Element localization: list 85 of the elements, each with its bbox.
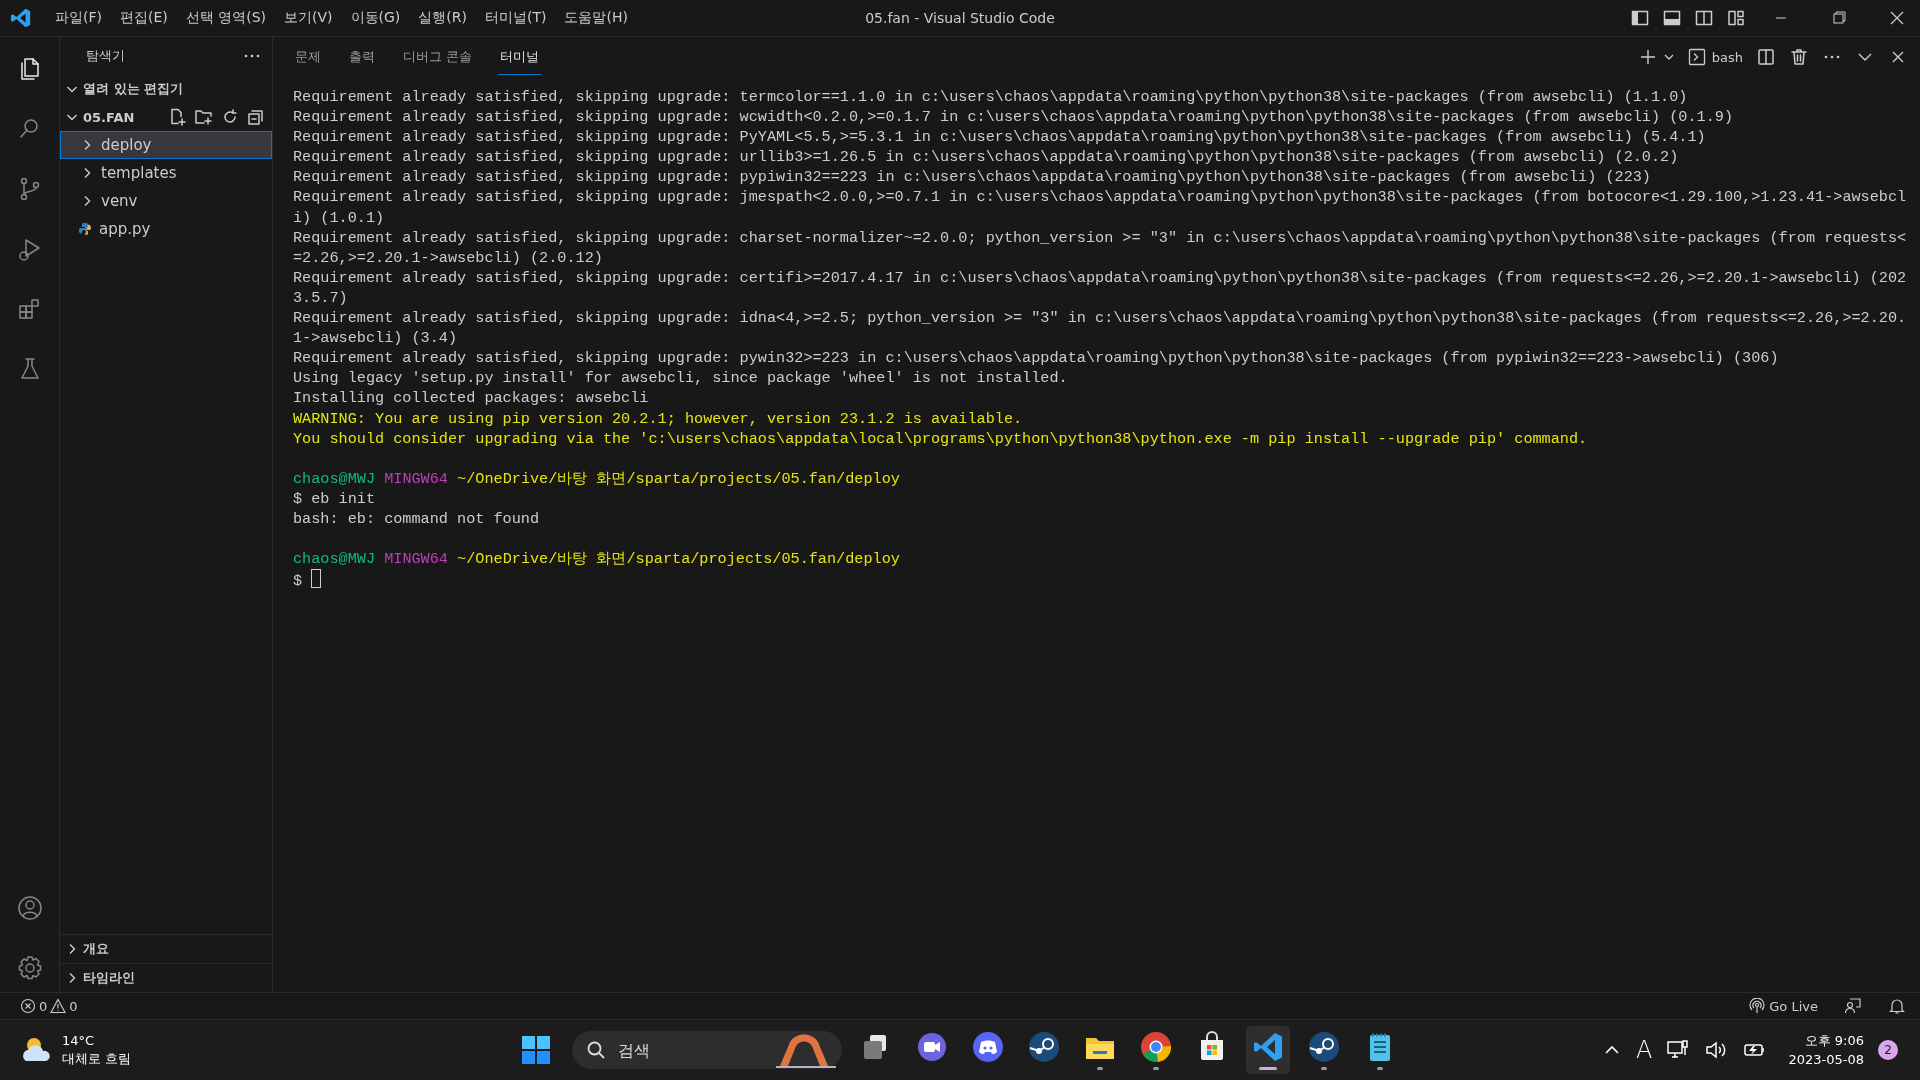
terminal-line: Using legacy 'setup.py install' for awsebcli, since package 'wheel' is not installed. (293, 368, 1069, 389)
go-live-button[interactable]: Go Live (1749, 998, 1818, 1014)
clock-time[interactable]: 오후 9:06 (1804, 1031, 1864, 1050)
split-terminal-icon[interactable] (1756, 47, 1776, 67)
warning-icon (50, 998, 67, 1014)
menu-item[interactable]: 터미널(T) (476, 5, 556, 31)
folder-item[interactable]: deploy (60, 131, 272, 159)
menu-item[interactable]: 파일(F) (46, 5, 111, 31)
terminal-line: 1->awsebcli) (3.4) (293, 328, 459, 349)
new-file-icon[interactable] (168, 107, 188, 127)
section-header[interactable]: 타임라인 (60, 963, 272, 992)
notification-badge[interactable]: 2 (1878, 1040, 1898, 1060)
terminal-line: i) (1.0.1) (293, 207, 386, 228)
arch-icon (776, 1032, 836, 1068)
terminal-prompt: chaos@MWJ MINGW64 ~/OneDrive/바탕 화면/sparta/projects/05.fan/deploy (293, 468, 901, 489)
terminal-line: You should consider upgrading via the 'c:\users\chaos\appdata\local\programs\python\python38\python.exe -m pip install --upgrade pip' command. (293, 428, 1589, 449)
terminal-line: Requirement already satisfied, skipping upgrade: termcolor==1.1.0 in c:\users\chaos\appdata\roaming\python\python38\site-packages (from awsebcli) (1.1.0) (293, 87, 1689, 108)
weather-condition[interactable]: 대체로 흐림 (62, 1050, 132, 1068)
terminal-line: Requirement already satisfied, skipping upgrade: wcwidth<0.2.0,>=0.1.7 in c:\users\chaos\appdata\roaming\python\python38\site-packages (from awsebcli) (0.1.9) (293, 107, 1734, 128)
folder-item[interactable]: venv (60, 187, 272, 215)
panel-tab[interactable]: 문제 (293, 39, 323, 75)
panel-tab[interactable]: 터미널 (498, 39, 542, 75)
problems-indicator[interactable]: 0 0 (20, 998, 78, 1014)
terminal-line: Requirement already satisfied, skipping upgrade: charset-normalizer~=2.0.0; python_version >= "3" in c:\users\chaos\appdata\roaming\python\python38\site-packages (from requests< (293, 227, 1908, 248)
menu-item[interactable]: 도움말(H) (555, 5, 637, 31)
toggle-sidebar-icon[interactable] (1630, 8, 1650, 28)
python-file-icon (77, 221, 93, 237)
terminal-line: Requirement already satisfied, skipping upgrade: PyYAML<5.5,>=5.3.1 in c:\users\chaos\appdata\roaming\python\python38\site-packages (from awsebcli) (5.4.1) (293, 127, 1707, 148)
search-icon (586, 1040, 606, 1060)
search-field[interactable]: 검색 (616, 1039, 766, 1061)
section-header[interactable]: 개요 (60, 934, 272, 963)
panel-tab[interactable]: 출력 (347, 39, 377, 75)
menu-item[interactable]: 실행(R) (409, 5, 476, 31)
feedback-icon[interactable] (1844, 997, 1862, 1015)
terminal-icon (1687, 48, 1706, 66)
file-item[interactable]: app.py (60, 215, 272, 243)
window-title: 05.fan - Visual Studio Code (865, 10, 1055, 26)
terminal-selector[interactable]: bash (1687, 48, 1743, 66)
terminal-line: Requirement already satisfied, skipping upgrade: pypiwin32==223 in c:\users\chaos\appdata\roaming\python\python38\site-packages (from awsebcli) (223) (293, 167, 1652, 188)
bell-icon[interactable] (1888, 997, 1906, 1015)
terminal-line: Requirement already satisfied, skipping upgrade: certifi>=2017.4.17 in c:\users\chaos\appdata\roaming\python\python38\site-packages (from requests<=2.26,>=2.20.1->awsebcli) (202 (293, 267, 1908, 288)
terminal-line: Requirement already satisfied, skipping upgrade: idna<4,>=2.5; python_version >= "3" in c:\users\chaos\appdata\roaming\python\python38\site-packages (from requests<=2.26,>=2.20. (293, 308, 1908, 329)
search-bar[interactable]: 검색 (572, 1031, 842, 1069)
video-chat-icon[interactable] (916, 1030, 948, 1063)
terminal-line: bash: eb: command not found (293, 508, 541, 530)
vscode-icon[interactable] (1252, 1030, 1284, 1063)
terminal-line: =2.26,>=2.20.1->awsebcli) (2.0.12) (293, 247, 604, 268)
layout-icon[interactable] (1726, 8, 1746, 28)
steam-icon[interactable] (1028, 1030, 1060, 1063)
text-cursor (311, 569, 322, 589)
account-icon[interactable] (15, 894, 44, 922)
input-method-indicator[interactable]: A (1636, 1036, 1653, 1064)
collapse-all-icon[interactable] (246, 107, 266, 127)
folder-item[interactable]: templates (60, 159, 272, 187)
terminal-line: 3.5.7) (293, 287, 349, 309)
discord-icon[interactable] (972, 1030, 1004, 1063)
sidebar-title: 탐색기 (86, 47, 125, 65)
vscode-logo-icon (10, 7, 32, 29)
trash-icon[interactable] (1789, 47, 1809, 67)
terminal-line: $ eb init (293, 488, 377, 509)
terminal-line: Requirement already satisfied, skipping upgrade: urllib3>=1.26.5 in c:\users\chaos\appdata\roaming\python\python38\site-packages (from awsebcli) (2.0.2) (293, 147, 1680, 168)
terminal-line: Requirement already satisfied, skipping upgrade: jmespath<2.0.0,>=0.7.1 in c:\users\chaos\appdata\roaming\python\python38\site-packages (from botocore<1.29.100,>1.23.41->awsebcl (293, 187, 1908, 208)
error-icon (20, 998, 36, 1014)
menu-item[interactable]: 편집(E) (111, 5, 177, 31)
menu-item[interactable]: 보기(V) (275, 5, 342, 31)
terminal-line: WARNING: You are using pip version 20.2.1; however, version 23.1.2 is available. (293, 408, 1024, 429)
menu-item[interactable]: 이동(G) (341, 5, 410, 31)
chrome-icon[interactable] (1140, 1030, 1172, 1063)
temperature[interactable]: 14°C (62, 1032, 132, 1050)
taskbar-app-highlight[interactable] (1246, 1026, 1290, 1074)
windows-start-icon[interactable] (520, 1034, 552, 1066)
toggle-panel-icon[interactable] (1662, 8, 1682, 28)
terminal-line: $ (293, 572, 303, 591)
terminal-line: Installing collected packages: awsebcli (293, 388, 650, 409)
toggle-secondary-sidebar-icon[interactable] (1694, 8, 1714, 28)
broadcast-icon (1749, 998, 1766, 1014)
new-folder-icon[interactable] (194, 107, 214, 127)
section-header[interactable]: 05.FAN (60, 103, 272, 131)
panel-tab[interactable]: 디버그 콘솔 (401, 39, 475, 75)
clock-date[interactable]: 2023-05-08 (1788, 1050, 1864, 1069)
steam-icon[interactable] (1308, 1030, 1340, 1063)
terminal-line: Requirement already satisfied, skipping upgrade: pywin32>=223 in c:\users\chaos\appdata\roaming\python\python38\site-packages (from pypiwin32==223->awsebcli) (306) (293, 348, 1780, 369)
section-header[interactable]: 열려 있는 편집기 (60, 75, 272, 103)
menu-item[interactable]: 선택 영역(S) (176, 5, 276, 31)
terminal-prompt: chaos@MWJ MINGW64 ~/OneDrive/바탕 화면/sparta/projects/05.fan/deploy (293, 549, 901, 570)
